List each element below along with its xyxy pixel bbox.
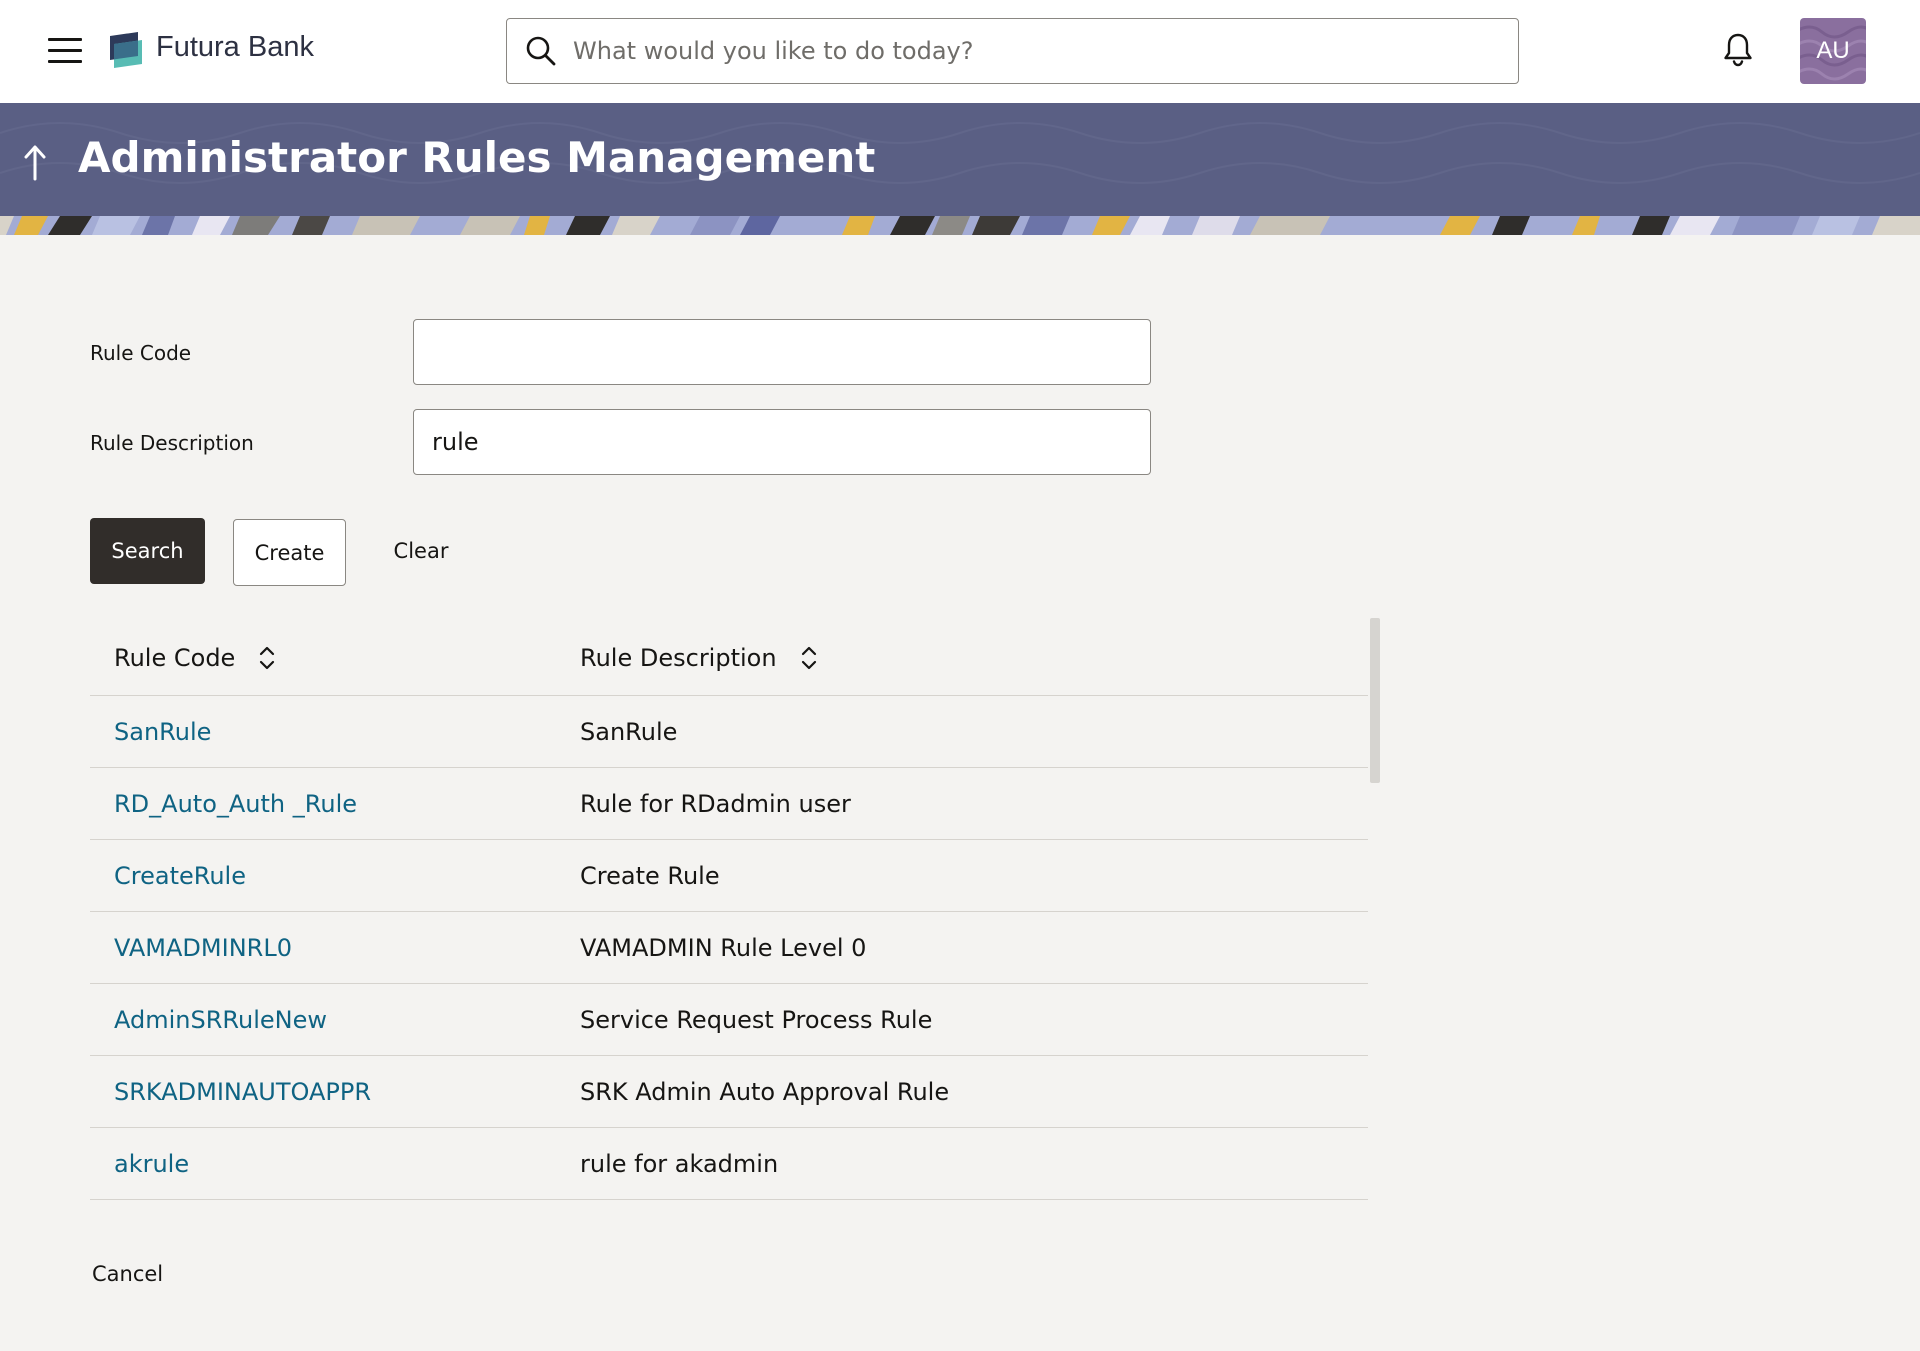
rule-description-cell: VAMADMIN Rule Level 0	[580, 934, 867, 962]
sort-icon[interactable]	[257, 645, 277, 671]
table-row: VAMADMINRL0 VAMADMIN Rule Level 0	[90, 912, 1368, 984]
table-row: SanRule SanRule	[90, 696, 1368, 768]
table-row: akrule rule for akadmin	[90, 1128, 1368, 1200]
rule-description-cell: Create Rule	[580, 862, 720, 890]
rule-code-link[interactable]: VAMADMINRL0	[114, 934, 292, 962]
rule-description-cell: Rule for RDadmin user	[580, 790, 851, 818]
rule-code-input[interactable]	[413, 319, 1151, 385]
table-scrollbar[interactable]	[1370, 618, 1380, 1208]
page-banner: Administrator Rules Management	[0, 103, 1920, 235]
table-header: Rule Code Rule Description	[90, 618, 1368, 696]
column-header-rule-code[interactable]: Rule Code	[114, 644, 277, 672]
rule-description-input[interactable]	[413, 409, 1151, 475]
back-arrow-icon[interactable]	[20, 143, 50, 183]
avatar[interactable]: AU	[1800, 18, 1866, 84]
banner-decorative-strip	[0, 216, 1920, 235]
table-row: SRKADMINAUTOAPPR SRK Admin Auto Approval…	[90, 1056, 1368, 1128]
rule-description-cell: SanRule	[580, 718, 678, 746]
table-row: RD_Auto_Auth _Rule Rule for RDadmin user	[90, 768, 1368, 840]
table-row: AdminSRRuleNew Service Request Process R…	[90, 984, 1368, 1056]
cancel-button[interactable]: Cancel	[70, 1258, 185, 1290]
create-button[interactable]: Create	[233, 519, 346, 586]
column-header-rule-description[interactable]: Rule Description	[580, 644, 819, 672]
column-header-label: Rule Description	[580, 644, 777, 672]
avatar-initials: AU	[1816, 37, 1850, 64]
table-row: CreateRule Create Rule	[90, 840, 1368, 912]
brand-name[interactable]: Futura Bank	[156, 31, 314, 64]
hamburger-menu-icon[interactable]	[48, 38, 82, 64]
search-button[interactable]: Search	[90, 518, 205, 584]
scrollbar-thumb[interactable]	[1370, 618, 1380, 783]
rule-description-label: Rule Description	[90, 431, 254, 455]
rule-description-cell: rule for akadmin	[580, 1150, 779, 1178]
column-header-label: Rule Code	[114, 644, 236, 672]
sort-icon[interactable]	[799, 645, 819, 671]
rule-code-link[interactable]: SRKADMINAUTOAPPR	[114, 1078, 371, 1106]
rule-code-label: Rule Code	[90, 341, 192, 365]
rule-code-link[interactable]: akrule	[114, 1150, 189, 1178]
search-icon	[526, 36, 556, 66]
rule-description-cell: Service Request Process Rule	[580, 1006, 933, 1034]
search-input[interactable]	[573, 25, 1493, 77]
rule-description-cell: SRK Admin Auto Approval Rule	[580, 1078, 950, 1106]
logo-icon	[110, 32, 142, 68]
page-title: Administrator Rules Management	[78, 133, 876, 182]
bell-icon[interactable]	[1722, 32, 1754, 68]
top-header: Futura Bank AU	[0, 0, 1920, 103]
global-search[interactable]	[506, 18, 1519, 84]
clear-button[interactable]: Clear	[380, 518, 462, 584]
rule-code-link[interactable]: AdminSRRuleNew	[114, 1006, 327, 1034]
rule-code-link[interactable]: SanRule	[114, 718, 211, 746]
rule-code-link[interactable]: CreateRule	[114, 862, 246, 890]
rule-code-link[interactable]: RD_Auto_Auth _Rule	[114, 790, 357, 818]
